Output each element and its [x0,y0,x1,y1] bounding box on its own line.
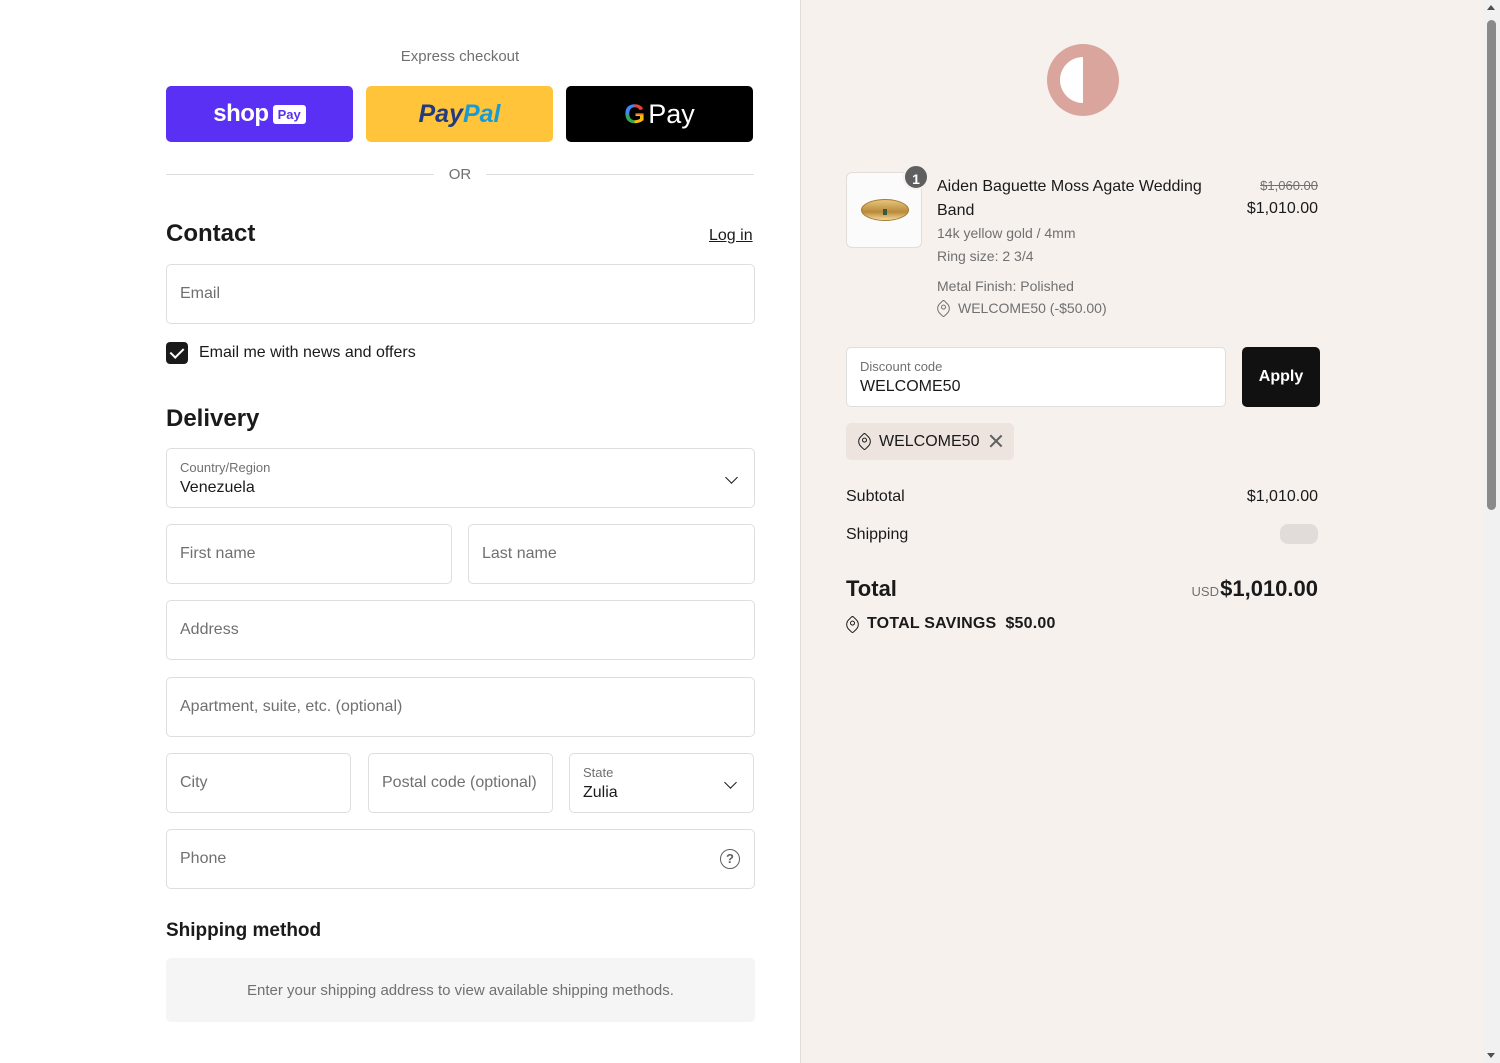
shipping-label: Shipping [846,526,909,543]
product-metal-finish: Metal Finish: Polished [937,278,1074,294]
tag-icon [855,432,874,451]
product-name: Aiden Baguette Moss Agate Wedding Band [937,178,1202,219]
apply-discount-button[interactable]: Apply [1242,347,1320,407]
shop-pay-button[interactable]: shop Pay [166,86,353,142]
paypal-logo-pay: Pay [418,99,463,128]
apartment-field[interactable]: Apartment, suite, etc. (optional) [166,677,755,737]
subtotal-label: Subtotal [846,488,905,505]
apartment-placeholder: Apartment, suite, etc. (optional) [180,698,403,715]
login-link[interactable]: Log in [709,227,753,245]
quantity-badge: 1 [903,164,929,190]
city-field[interactable]: City [166,753,351,813]
state-label: State [583,765,614,780]
google-g-icon: G [624,98,646,129]
or-divider: OR [166,166,754,184]
phone-placeholder: Phone [180,850,227,867]
ring-stone-icon [883,209,887,215]
chevron-down-icon [724,776,737,789]
chevron-down-icon [725,471,738,484]
google-pay-label: Pay [648,98,695,129]
order-summary-pane: 1 Aiden Baguette Moss Agate Wedding Band… [800,0,1483,1063]
product-price: $1,010.00 [1246,200,1318,217]
email-placeholder: Email [180,285,221,302]
city-placeholder: City [180,774,208,791]
store-logo[interactable] [1047,44,1119,116]
or-text: OR [448,166,472,183]
shop-pay-badge: Pay [272,104,306,124]
scroll-down-arrow-icon[interactable] [1487,1053,1495,1058]
scrollbar-thumb[interactable] [1487,20,1496,510]
email-field[interactable]: Email [166,264,755,324]
shipping-method-heading: Shipping method [166,920,322,941]
first-name-placeholder: First name [180,545,256,562]
total-savings: TOTAL SAVINGS $50.00 [843,614,1056,634]
paypal-logo-pal: Pal [462,99,501,128]
page-scrollbar[interactable] [1483,0,1500,1063]
discount-code-label: Discount code [860,359,943,374]
newsletter-label: Email me with news and offers [199,344,416,361]
line-discount: WELCOME50 (-$50.00) [934,298,1107,318]
discount-code-value: WELCOME50 [860,378,961,395]
shop-pay-wordmark: shop [213,100,269,127]
state-select[interactable]: State Zulia [569,753,754,813]
address-placeholder: Address [180,621,239,638]
subtotal-value: $1,010.00 [1246,488,1318,505]
last-name-field[interactable]: Last name [468,524,755,584]
total-currency: USD [1191,584,1219,599]
shipping-cost-placeholder [1280,524,1318,544]
express-checkout-title: Express checkout [400,48,520,65]
delivery-heading: Delivery [166,405,260,432]
line-discount-text: WELCOME50 (-$50.00) [958,300,1107,316]
total-savings-label: TOTAL SAVINGS [867,615,997,632]
postal-code-field[interactable]: Postal code (optional) [368,753,553,813]
product-variant: 14k yellow gold / 4mm [937,225,1076,241]
product-ring-size: Ring size: 2 3/4 [937,248,1034,264]
state-value: Zulia [583,784,618,801]
total-value: $1,010.00 [1220,576,1318,601]
shipping-method-notice: Enter your shipping address to view avai… [166,958,755,1022]
country-label: Country/Region [180,460,271,475]
remove-discount-close-icon[interactable] [988,433,1004,449]
tag-icon [934,298,953,318]
original-price: $1,060.00 [1260,178,1318,193]
paypal-logo: PayPal [418,100,500,129]
country-value: Venezuela [180,479,255,496]
paypal-button[interactable]: PayPal [366,86,553,142]
last-name-placeholder: Last name [482,545,557,562]
newsletter-checkbox[interactable] [166,342,188,364]
postal-code-placeholder: Postal code (optional) [382,774,537,791]
contact-heading: Contact [166,220,256,247]
tag-icon [843,614,862,634]
phone-field[interactable]: Phone ? [166,829,755,889]
question-circle-icon[interactable]: ? [720,849,740,869]
discount-code-field[interactable]: Discount code WELCOME50 [846,347,1226,407]
country-select[interactable]: Country/Region Venezuela [166,448,755,508]
checkout-form-pane: Express checkout shop Pay PayPal G Pay O… [0,0,800,1063]
applied-discount-chip: WELCOME50 [846,423,1014,460]
total-savings-amount: $50.00 [1005,615,1056,632]
address-field[interactable]: Address [166,600,755,660]
scroll-up-arrow-icon[interactable] [1487,5,1495,10]
applied-discount-code: WELCOME50 [879,432,980,450]
logo-half-circle-icon [1060,57,1106,103]
google-pay-button[interactable]: G Pay [566,86,753,142]
first-name-field[interactable]: First name [166,524,452,584]
total-label: Total [846,576,897,601]
